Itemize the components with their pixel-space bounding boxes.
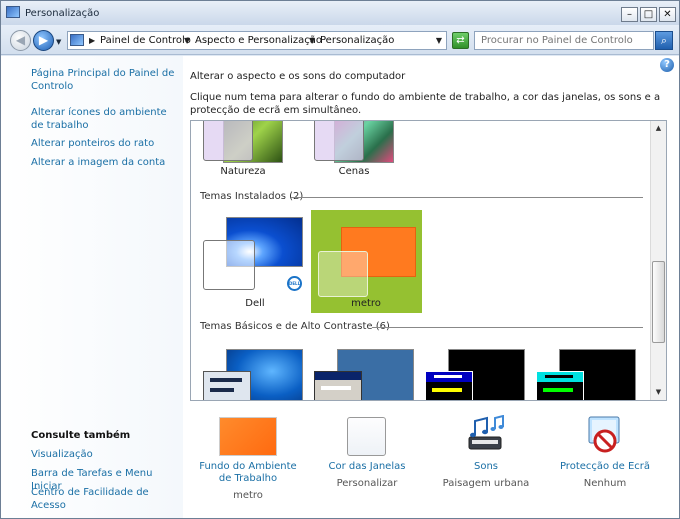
minimize-icon: –: [627, 9, 632, 20]
see-also-heading: Consulte também: [31, 430, 131, 441]
address-bar: ◀ ▶ ▼ ▶ Painel de Controlo ▼ Aspecto e P…: [1, 25, 679, 55]
window-color-thumbnail[interactable]: [347, 417, 386, 456]
maximize-icon: □: [643, 9, 654, 20]
search-button[interactable]: ⌕: [655, 31, 673, 50]
recent-pages-dropdown[interactable]: ▼: [56, 38, 61, 46]
title-bar[interactable]: Personalização – □ ✕: [1, 1, 679, 25]
page-description: Clique num tema para alterar o fundo do …: [190, 92, 661, 116]
maximize-button[interactable]: □: [640, 7, 657, 22]
search-input[interactable]: [475, 32, 651, 49]
theme-metro[interactable]: [314, 217, 416, 297]
window-title: Personalização: [25, 8, 100, 19]
address-box[interactable]: ▶ Painel de Controlo ▼ Aspecto e Persona…: [67, 31, 447, 50]
control-panel-icon: [6, 6, 20, 18]
breadcrumb-personalization[interactable]: Personalização: [320, 35, 394, 46]
theme-nature-glass: [203, 121, 253, 161]
close-button[interactable]: ✕: [659, 7, 676, 22]
theme-metro-label: metro: [351, 298, 381, 309]
installed-themes-heading: Temas Instalados (2): [200, 191, 304, 202]
preview-text: [434, 375, 462, 378]
theme-high-contrast-2[interactable]: [536, 349, 636, 400]
link-ease-of-access-center[interactable]: Centro de Facilidade de Acesso: [31, 486, 176, 512]
section-divider: [291, 197, 643, 198]
basic-themes-heading: Temas Básicos e de Alto Contraste (6): [200, 321, 390, 332]
refresh-button[interactable]: ⇄: [452, 32, 469, 49]
page-title: Alterar o aspecto e os sons do computado…: [190, 71, 406, 82]
preview-text: [432, 388, 462, 392]
preview-text: [543, 388, 573, 392]
link-change-desktop-icons[interactable]: Alterar ícones do ambiente de trabalho: [31, 106, 176, 132]
theme-list[interactable]: Natureza Cenas Temas Instalados (2) DELL…: [190, 120, 667, 401]
chevron-right-icon[interactable]: ▶: [89, 36, 95, 45]
preview-titlebar: [315, 372, 361, 380]
forward-button[interactable]: ▶: [33, 30, 54, 51]
help-icon[interactable]: ?: [660, 58, 674, 72]
window-color-link[interactable]: Cor das Janelas: [312, 461, 422, 473]
theme-windows-classic[interactable]: [314, 349, 414, 400]
theme-high-contrast-2-window: [536, 371, 584, 400]
screen-saver-icon[interactable]: [585, 415, 625, 455]
sounds-icon[interactable]: [465, 414, 507, 455]
dell-logo-icon: DELL: [287, 276, 302, 291]
theme-metro-glass: [318, 251, 368, 297]
search-icon: ⌕: [660, 34, 668, 47]
link-change-mouse-pointers[interactable]: Alterar ponteiros do rato: [31, 137, 176, 150]
back-button[interactable]: ◀: [10, 30, 31, 51]
link-control-panel-home[interactable]: Página Principal do Painel de Controlo: [31, 67, 176, 93]
breadcrumb-appearance[interactable]: Aspecto e Personalização: [195, 35, 322, 46]
content-area: Página Principal do Painel de Controlo A…: [1, 56, 679, 518]
sounds-link[interactable]: Sons: [431, 461, 541, 473]
theme-nature-label: Natureza: [220, 166, 266, 177]
screen-saver-link[interactable]: Protecção de Ecrã: [550, 461, 660, 473]
back-arrow-icon: ◀: [15, 33, 26, 47]
chevron-down-icon[interactable]: ▼: [309, 36, 315, 45]
theme-scenes-glass: [314, 121, 364, 161]
address-history-dropdown-icon[interactable]: ▼: [436, 36, 442, 45]
personalization-window: Personalização – □ ✕ ◀ ▶ ▼ ▶ Painel de C…: [0, 0, 680, 519]
theme-high-contrast-1-window: [425, 371, 473, 400]
desktop-background-link[interactable]: Fundo do Ambiente de Trabalho: [193, 461, 303, 485]
refresh-icon: ⇄: [456, 35, 465, 46]
preview-text: [545, 375, 573, 378]
link-display[interactable]: Visualização: [31, 448, 176, 461]
theme-windows-basic-window: [203, 371, 251, 400]
theme-high-contrast-1[interactable]: [425, 349, 525, 400]
screen-saver-value: Nenhum: [583, 478, 627, 489]
link-change-account-picture[interactable]: Alterar a imagem da conta: [31, 156, 176, 169]
theme-dell-glass: [203, 240, 255, 290]
minimize-button[interactable]: –: [621, 7, 638, 22]
scroll-down-icon[interactable]: ▼: [653, 387, 664, 398]
desktop-background-thumbnail[interactable]: [219, 417, 277, 456]
chevron-down-icon[interactable]: ▼: [184, 36, 190, 45]
window-color-value: Personalizar: [336, 478, 398, 489]
theme-list-scrollbar[interactable]: ▲ ▼: [650, 121, 666, 400]
forward-arrow-icon: ▶: [38, 33, 49, 47]
preview-titlebar: [210, 378, 242, 382]
section-divider: [372, 327, 643, 328]
close-icon: ✕: [663, 9, 672, 20]
search-box[interactable]: [474, 31, 654, 50]
theme-scenes-label: Cenas: [338, 166, 370, 177]
theme-windows-classic-window: [314, 371, 362, 400]
theme-windows-basic[interactable]: [203, 349, 303, 400]
preview-text: [321, 386, 351, 390]
task-pane: Página Principal do Painel de Controlo A…: [1, 56, 183, 518]
scroll-up-icon[interactable]: ▲: [653, 123, 664, 134]
breadcrumb-control-panel[interactable]: Painel de Controlo: [100, 35, 191, 46]
control-panel-icon: [70, 34, 84, 46]
scroll-thumb[interactable]: [652, 261, 665, 343]
theme-dell-label: Dell: [245, 298, 265, 309]
sounds-value: Paisagem urbana: [442, 478, 530, 489]
theme-dell[interactable]: DELL: [203, 217, 303, 291]
desktop-background-value: metro: [233, 490, 263, 501]
preview-text: [210, 388, 234, 392]
